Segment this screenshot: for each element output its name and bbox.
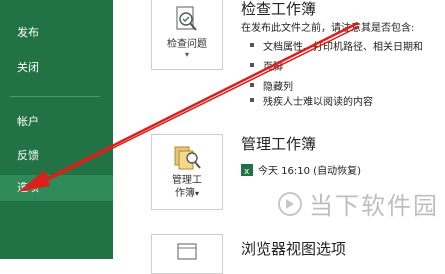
inspect-bullet: 页脚 xyxy=(250,58,283,73)
sidebar-divider xyxy=(10,96,100,97)
sidebar-item-feedback[interactable]: 反馈 xyxy=(0,143,113,169)
inspect-bullet: 隐藏列 xyxy=(250,78,293,93)
browser-view-options-button[interactable] xyxy=(151,234,223,274)
svg-text:x: x xyxy=(244,167,250,176)
sidebar-item-options[interactable]: 选项 xyxy=(0,175,113,201)
manage-workbook-label: 管理工 作簿▾ xyxy=(172,174,202,200)
inspect-title: 检查工作簿 xyxy=(241,0,317,18)
dropdown-caret-icon: ▾ xyxy=(184,50,189,59)
inspect-bullet: 残疾人士难以阅读的内容 xyxy=(250,93,373,108)
manage-title: 管理工作簿 xyxy=(241,135,317,153)
excel-file-icon: x xyxy=(241,163,253,176)
inspect-bullet: 文档属性、打印机路径、相关日期和 xyxy=(250,38,423,53)
sidebar-item-account[interactable]: 帐户 xyxy=(0,109,113,135)
sidebar-item-close[interactable]: 关闭 xyxy=(0,55,113,81)
watermark-text: 当下软件园 xyxy=(309,192,439,220)
dropdown-caret-icon: ▾ xyxy=(194,189,199,198)
watermark-logo-icon xyxy=(278,191,302,216)
autosave-version-text: 今天 16:10 (自动恢复) xyxy=(258,166,361,177)
sidebar-item-publish[interactable]: 发布 xyxy=(0,20,113,46)
autosave-version-item[interactable]: x 今天 16:10 (自动恢复) xyxy=(241,162,361,177)
inspect-description: 在发布此文件之前，请注意其是否包含: xyxy=(241,23,415,34)
browser-view-icon xyxy=(177,243,197,260)
manage-workbook-label-line1: 管理工 xyxy=(172,175,202,186)
watermark: 当下软件园 xyxy=(277,186,439,221)
inspect-issues-button[interactable]: 检查问题 ▾ xyxy=(151,0,223,70)
manage-workbook-icon xyxy=(174,146,201,170)
manage-workbook-button[interactable]: 管理工 作簿▾ xyxy=(151,134,223,210)
manage-workbook-label-line2: 作簿 xyxy=(174,188,195,199)
file-backstage-sidebar: 发布 关闭 帐户 反馈 选项 xyxy=(0,0,113,259)
browser-view-title: 浏览器视图选项 xyxy=(241,240,347,258)
inspect-document-icon xyxy=(176,6,197,31)
